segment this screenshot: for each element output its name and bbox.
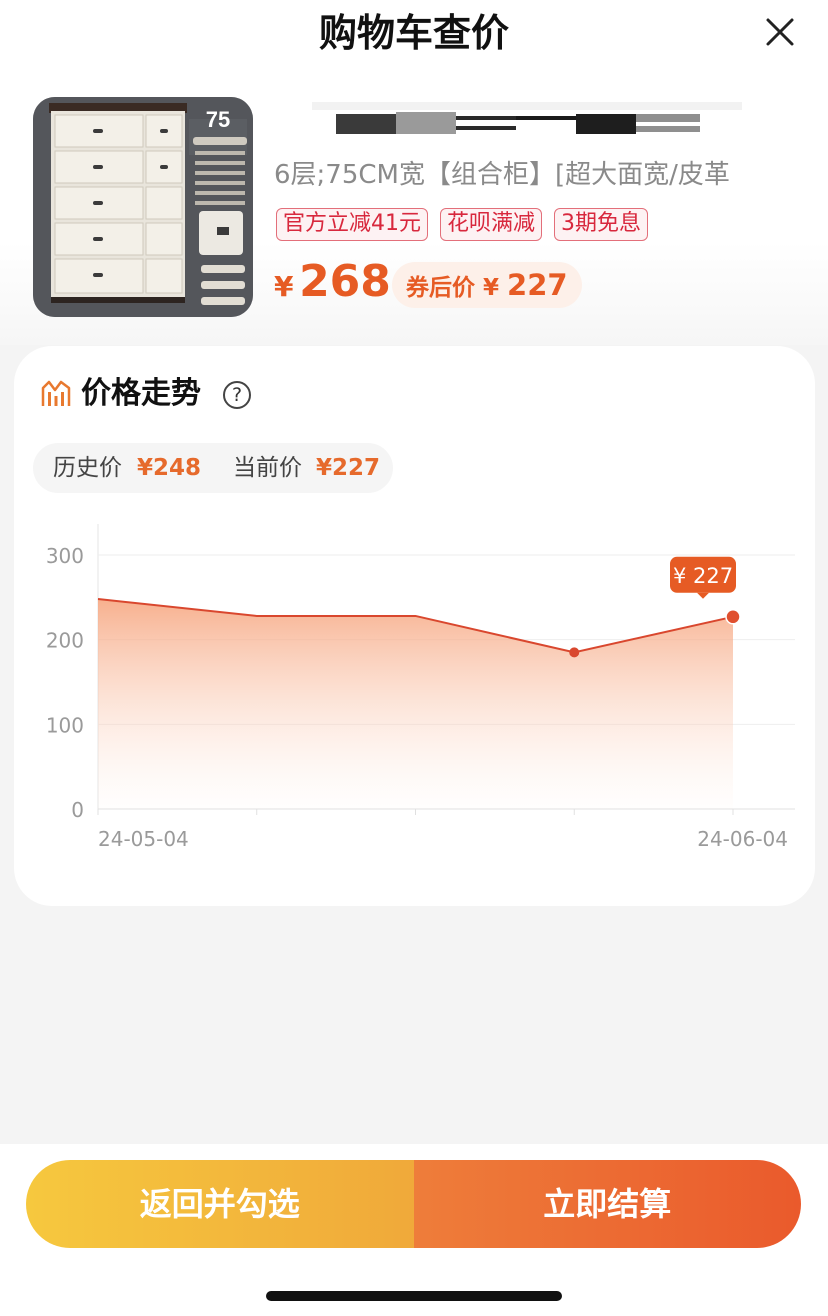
current-price-point bbox=[725, 609, 741, 625]
x-tick-label: 24-05-04 bbox=[98, 827, 189, 851]
current-price-tooltip-label: ¥ 227 bbox=[673, 564, 733, 588]
product-image[interactable]: 75 bbox=[33, 97, 253, 317]
tooltip-pointer bbox=[697, 592, 709, 599]
coupon-currency: ¥ bbox=[483, 275, 500, 301]
x-tick-label: 24-06-04 bbox=[697, 827, 788, 851]
min-price-point bbox=[569, 647, 580, 658]
promo-tags: 官方立减41元 花呗满减 3期免息 bbox=[276, 208, 649, 241]
coupon-price-badge: 券后价 ¥ 227 bbox=[392, 262, 582, 308]
price-trend-card: 价格走势 ? 历史价 ¥248 当前价 ¥227 0 100 200 300 24-05… bbox=[14, 346, 815, 906]
action-buttons: 返回并勾选 立即结算 bbox=[26, 1160, 801, 1248]
promo-tag-installment: 3期免息 bbox=[554, 208, 649, 241]
y-tick-label: 0 bbox=[71, 798, 84, 822]
y-tick-label: 100 bbox=[46, 713, 84, 737]
bottom-bar: 返回并勾选 立即结算 bbox=[0, 1144, 828, 1316]
checkout-button[interactable]: 立即结算 bbox=[413, 1160, 801, 1248]
header-area: 购物车查价 75 6层;75CM宽【组合柜】[超大面宽/皮革 官方立减41元 花… bbox=[0, 0, 828, 345]
promo-tag-discount: 官方立减41元 bbox=[276, 208, 428, 241]
product-price: ¥ 268 bbox=[274, 256, 391, 307]
currency-symbol: ¥ bbox=[274, 270, 294, 303]
y-tick-label: 300 bbox=[46, 544, 84, 568]
home-indicator bbox=[266, 1291, 562, 1301]
price-chart: 0 100 200 300 24-05-04 24-06-04 ¥ 227 bbox=[46, 524, 795, 851]
product-spec: 6层;75CM宽【组合柜】[超大面宽/皮革 bbox=[274, 160, 730, 190]
price-value: 268 bbox=[299, 256, 391, 307]
price-area bbox=[98, 599, 733, 809]
coupon-label: 券后价 bbox=[406, 275, 475, 301]
page-title: 购物车查价 bbox=[318, 11, 509, 55]
promo-tag-huabei: 花呗满减 bbox=[440, 208, 543, 241]
product-name-redacted bbox=[272, 100, 762, 140]
y-tick-label: 200 bbox=[46, 629, 84, 653]
size-badge: 75 bbox=[206, 107, 230, 132]
return-and-select-button[interactable]: 返回并勾选 bbox=[26, 1160, 414, 1248]
close-icon[interactable] bbox=[764, 16, 796, 48]
coupon-price-value: 227 bbox=[507, 268, 568, 302]
